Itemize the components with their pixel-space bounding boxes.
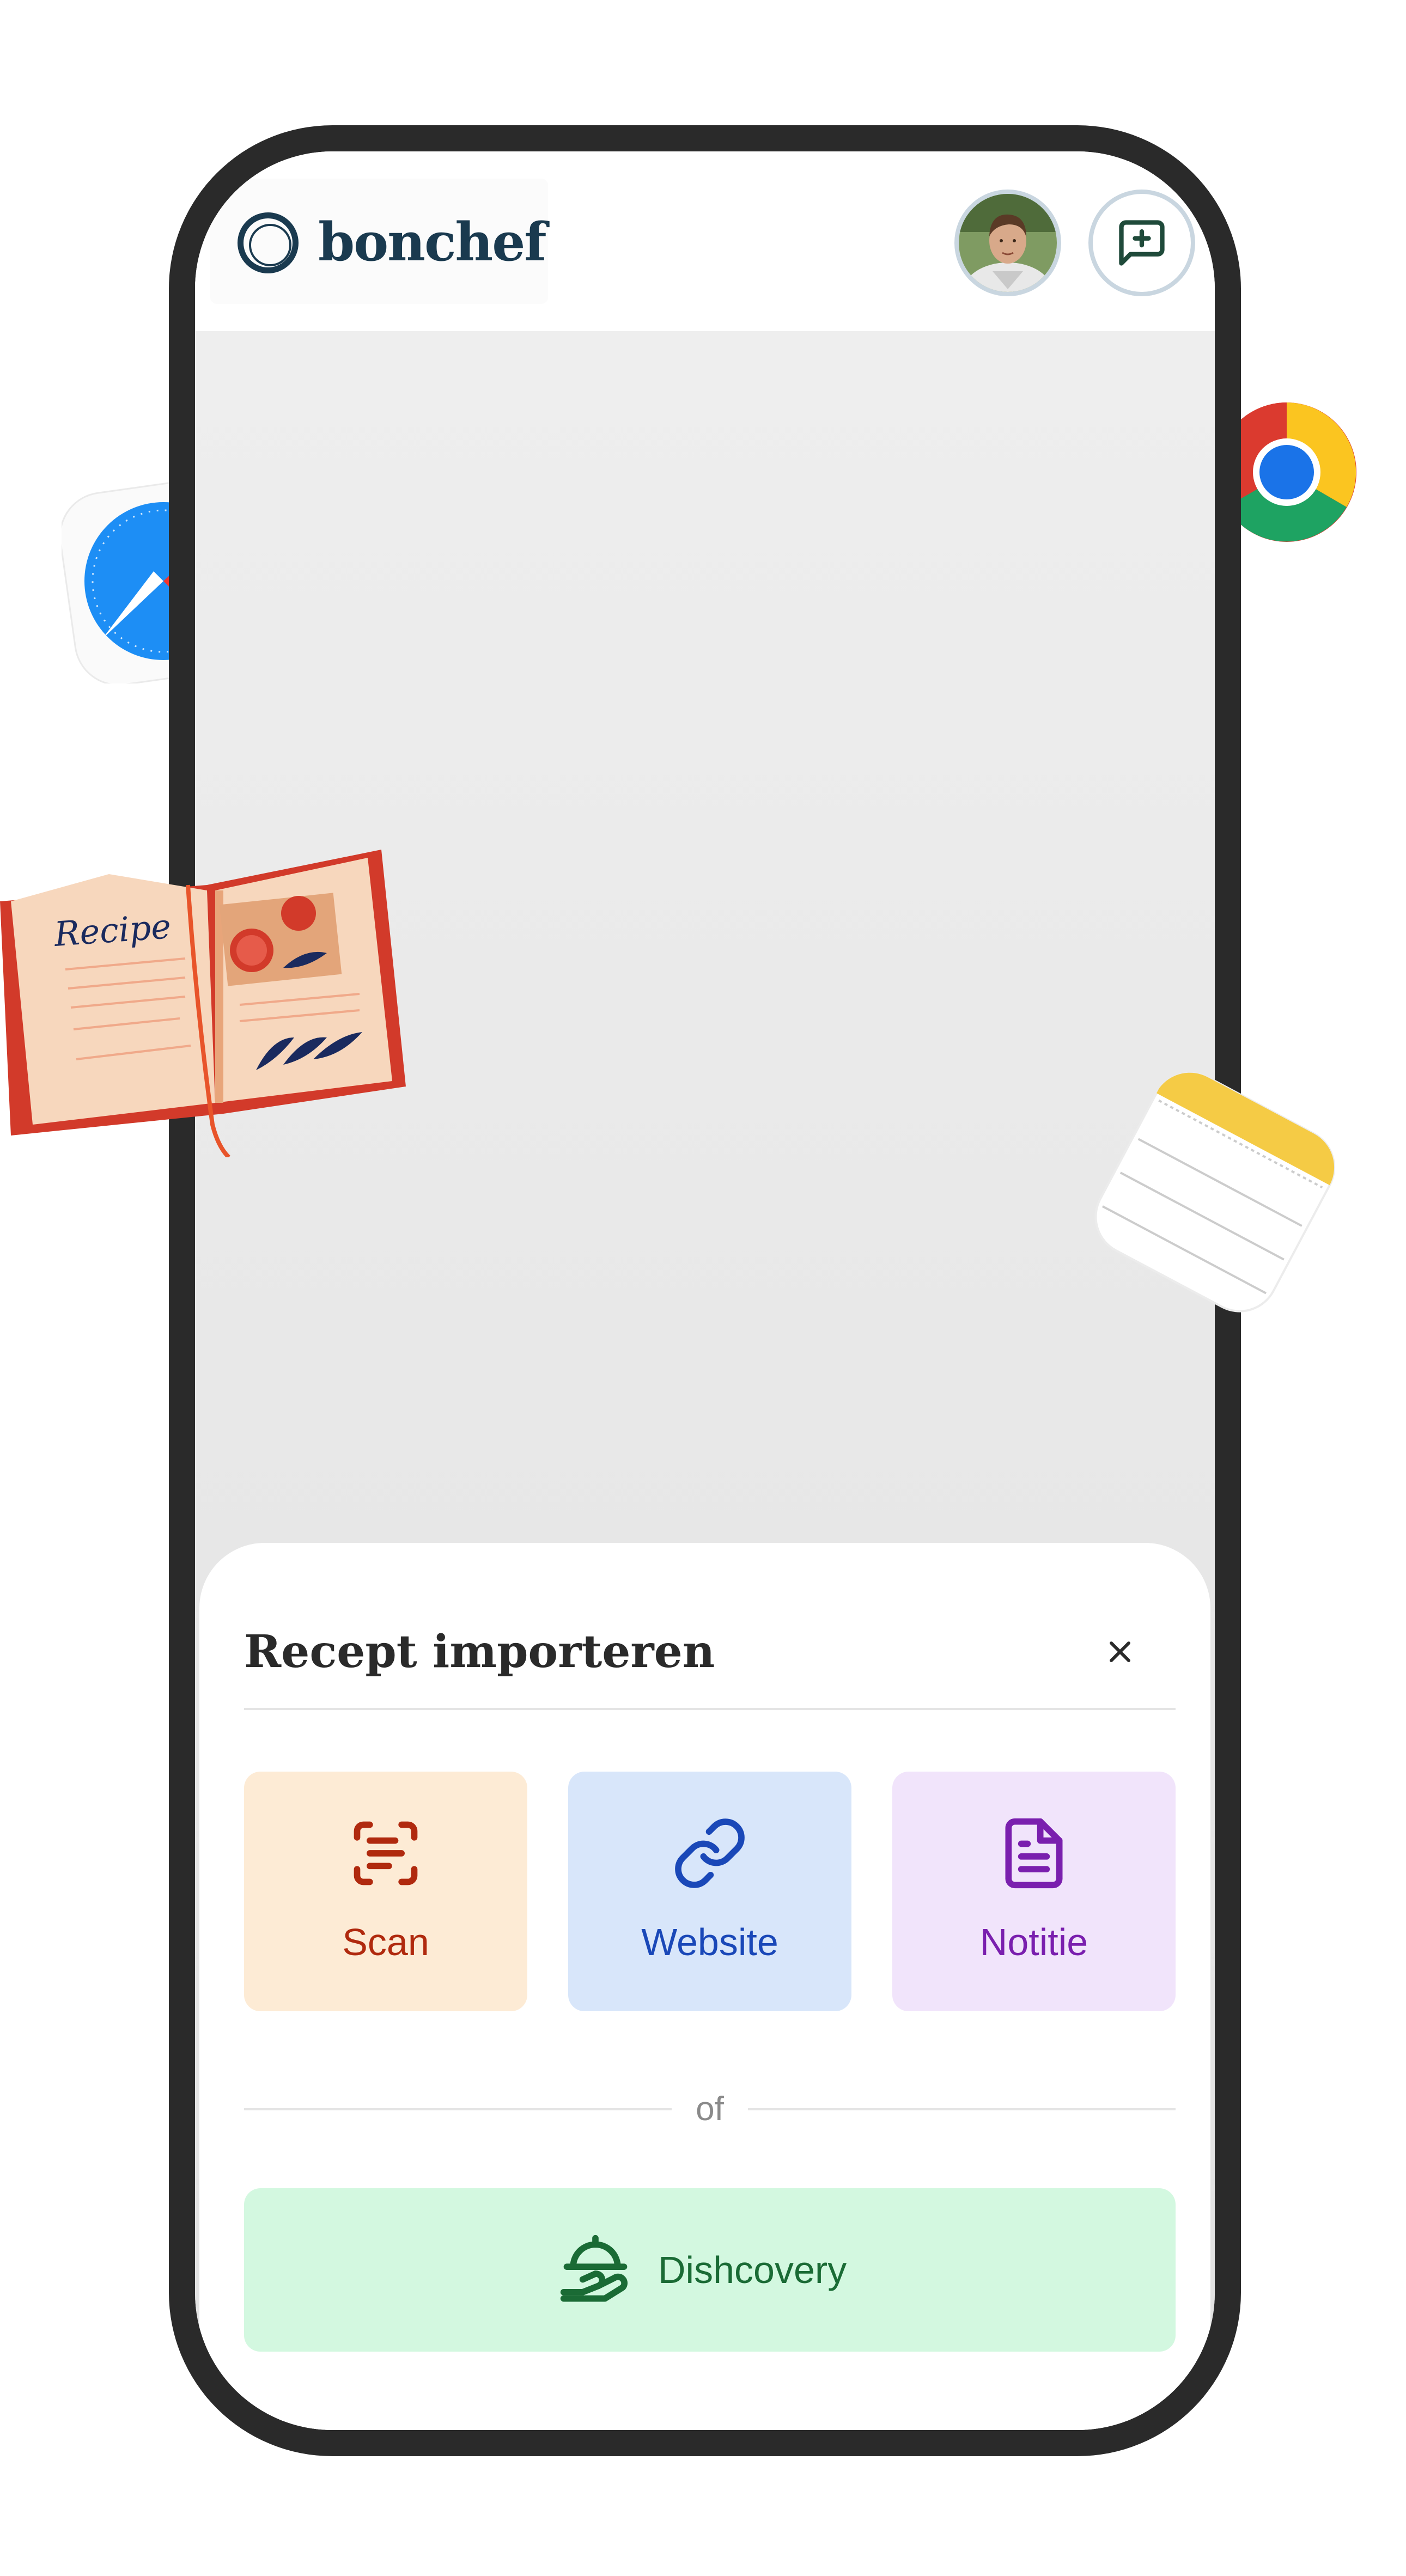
note-option-button[interactable]: Notitie	[892, 1772, 1176, 2011]
recipe-book-illustration: Recipe	[0, 841, 414, 1159]
note-option-label: Notitie	[979, 1921, 1088, 1963]
logo-ring-icon	[238, 212, 299, 273]
dishcovery-label: Dishcovery	[658, 2249, 847, 2291]
app-logo[interactable]: bonchef	[210, 179, 548, 304]
notes-app-icon	[1087, 1057, 1348, 1318]
or-text: of	[696, 2090, 724, 2128]
close-icon	[1110, 1641, 1130, 1662]
message-plus-icon	[1119, 220, 1165, 266]
scan-option-label: Scan	[342, 1921, 429, 1963]
link-icon	[675, 1818, 745, 1888]
import-recipe-sheet: Recept importeren Scan Website Notitie o…	[199, 1543, 1210, 2430]
recipe-book-text: Recipe	[52, 906, 172, 954]
scan-text-icon	[354, 1821, 418, 1885]
website-option-button[interactable]: Website	[568, 1772, 851, 2011]
new-chat-button[interactable]	[1088, 190, 1195, 296]
avatar[interactable]	[954, 190, 1061, 296]
close-button[interactable]	[1093, 1625, 1147, 1679]
logo-text: bonchef	[318, 211, 547, 273]
dishcovery-button[interactable]: Dishcovery	[244, 2188, 1176, 2352]
sheet-title: Recept importeren	[244, 1626, 715, 1678]
or-separator: of	[244, 2087, 1176, 2131]
website-option-label: Website	[641, 1921, 778, 1963]
file-text-icon	[1005, 1818, 1063, 1889]
top-bar: bonchef	[195, 151, 1215, 331]
separator-line-left	[244, 2108, 672, 2110]
cloche-serving-icon	[560, 2235, 628, 2302]
separator-line-right	[748, 2108, 1176, 2110]
scan-option-button[interactable]: Scan	[244, 1772, 527, 2011]
sheet-divider	[244, 1708, 1176, 1710]
app-screen: bonchef Recept importeren Scan Website N…	[195, 151, 1215, 2430]
